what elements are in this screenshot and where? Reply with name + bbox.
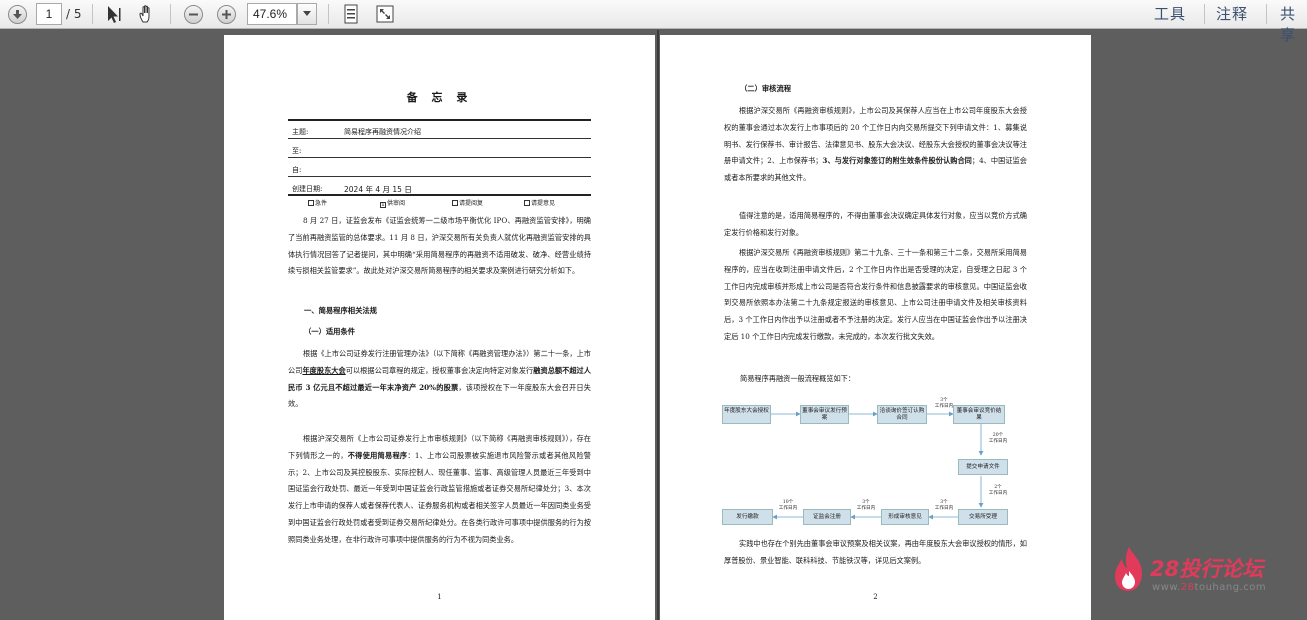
- page-total: / 5: [66, 7, 82, 21]
- checkbox-urgent: 急件: [308, 198, 327, 207]
- plus-icon: [216, 4, 236, 24]
- minus-icon: [183, 4, 203, 24]
- divider: [170, 4, 171, 24]
- zoom-in-button[interactable]: [214, 3, 238, 25]
- watermark-url: www.28touhang.com: [1152, 582, 1267, 593]
- memo-row: 至:: [288, 140, 591, 158]
- fit-page-button[interactable]: [339, 3, 363, 25]
- arrow-down-icon: [7, 4, 27, 24]
- flow-box: 洽谈询价签订认购合同: [877, 405, 927, 424]
- flow-label: 20个 工作日内: [988, 433, 1008, 444]
- page-number-input[interactable]: [36, 3, 62, 25]
- flow-label: 10个 工作日内: [778, 500, 798, 511]
- flow-box: 证监会注册: [803, 509, 851, 525]
- heading: 一、简易程序相关法规: [304, 306, 377, 315]
- watermark-brand: 28投行论坛: [1150, 557, 1264, 581]
- flow-box: 董事会审议竞价结果: [953, 405, 1005, 424]
- memo-row: 自:: [288, 159, 591, 177]
- zoom-input[interactable]: [247, 3, 297, 25]
- page-number: 1: [437, 593, 442, 601]
- subheading: （二）审核流程: [740, 84, 792, 93]
- hand-tool-button[interactable]: [133, 3, 161, 25]
- watermark-logo: 28投行论坛 www.28touhang.com: [1112, 543, 1302, 598]
- toolbar: / 5 工具 注释 共享: [0, 0, 1307, 44]
- flow-box: 年度股东大会授权: [722, 405, 771, 424]
- zoom-dropdown[interactable]: [297, 3, 317, 25]
- paragraph: 值得注意的是，适用简易程序的，不得由董事会决议确定具体发行对象，应当以竞价方式确…: [724, 211, 1027, 237]
- paragraph: 8 月 27 日，证监会发布《证监会统筹一二级市场平衡优化 IPO、再融资监管安…: [288, 216, 591, 276]
- flow-box: 形成审核意见: [881, 509, 929, 525]
- divider: [92, 4, 93, 24]
- tools-link[interactable]: 工具: [1154, 3, 1186, 24]
- flow-label: 3个 工作日内: [934, 500, 954, 511]
- paragraph: 根据沪深交易所《再融资审核规则》第二十九条、三十一条和第三十二条，交易所采用简易…: [724, 248, 1027, 341]
- page-1: 备 忘 录 主题: 简易程序再融资情况介绍 至: 自: 创建日期: 2024 年 4…: [224, 35, 655, 620]
- cursor-icon: [108, 6, 121, 23]
- document-viewer[interactable]: 备 忘 录 主题: 简易程序再融资情况介绍 至: 自: 创建日期: 2024 年 4…: [0, 30, 1307, 620]
- memo-row: 创建日期: 2024 年 4 月 15 日: [288, 178, 591, 196]
- subheading: （一）适用条件: [304, 327, 356, 336]
- flow-label: 3个 工作日内: [856, 500, 876, 511]
- paragraph: 根据《上市公司证券发行注册管理办法》（以下简称《再融资管理办法》）第二十一条，上…: [288, 349, 591, 409]
- page-divider: [657, 30, 659, 620]
- comment-link[interactable]: 注释: [1216, 3, 1248, 24]
- flow-box: 提交申请文件: [958, 459, 1008, 475]
- checkbox-review: x 供审阅: [380, 200, 406, 208]
- page-number: 2: [873, 593, 878, 601]
- memo-title: 备 忘 录: [406, 91, 473, 104]
- hand-icon: [139, 5, 150, 23]
- select-tool-button[interactable]: [100, 3, 128, 25]
- flow-box: 董事会审议发行预案: [800, 405, 849, 424]
- paragraph: 根据沪深交易所《上市公司证券发行上市审核规则》（以下简称《再融资审核规则》），存…: [288, 434, 591, 544]
- paragraph: 实践中也存在个别先由董事会审议预案及相关议案，再由年度股东大会审议授权的情形，如…: [724, 539, 1027, 565]
- expand-icon: [376, 5, 394, 23]
- save-button[interactable]: [5, 3, 29, 25]
- flow-label: 2个 工作日内: [988, 485, 1008, 496]
- flow-box: 交易所受理: [958, 509, 1008, 525]
- checkbox-comment: 请提意见: [524, 198, 555, 207]
- checkbox-reply: 请提阅复: [452, 198, 483, 207]
- chevron-down-icon: [303, 11, 311, 16]
- divider: [1266, 4, 1267, 24]
- memo-row: 主题: 简易程序再融资情况介绍: [288, 121, 591, 139]
- paragraph: 根据沪深交易所《再融资审核规则》，上市公司及其保荐人应当在上市公司年度股东大会授…: [724, 106, 1027, 183]
- zoom-out-button[interactable]: [181, 3, 205, 25]
- fit-page-icon: [344, 4, 358, 24]
- fullscreen-button[interactable]: [373, 3, 397, 25]
- flow-label: 3个 工作日内: [934, 398, 954, 409]
- divider: [1204, 4, 1205, 24]
- flow-diagram: 年度股东大会授权 董事会审议发行预案 洽谈询价签订认购合同 董事会审议竞价结果 …: [722, 397, 1012, 529]
- page-2: （二）审核流程 根据沪深交易所《再融资审核规则》，上市公司及其保荐人应当在上市公…: [660, 35, 1091, 620]
- divider: [328, 4, 329, 24]
- flame-icon: [1115, 547, 1142, 591]
- flow-box: 发行缴款: [722, 509, 773, 525]
- paragraph: 简易程序再融资一般流程概览如下：: [740, 374, 856, 383]
